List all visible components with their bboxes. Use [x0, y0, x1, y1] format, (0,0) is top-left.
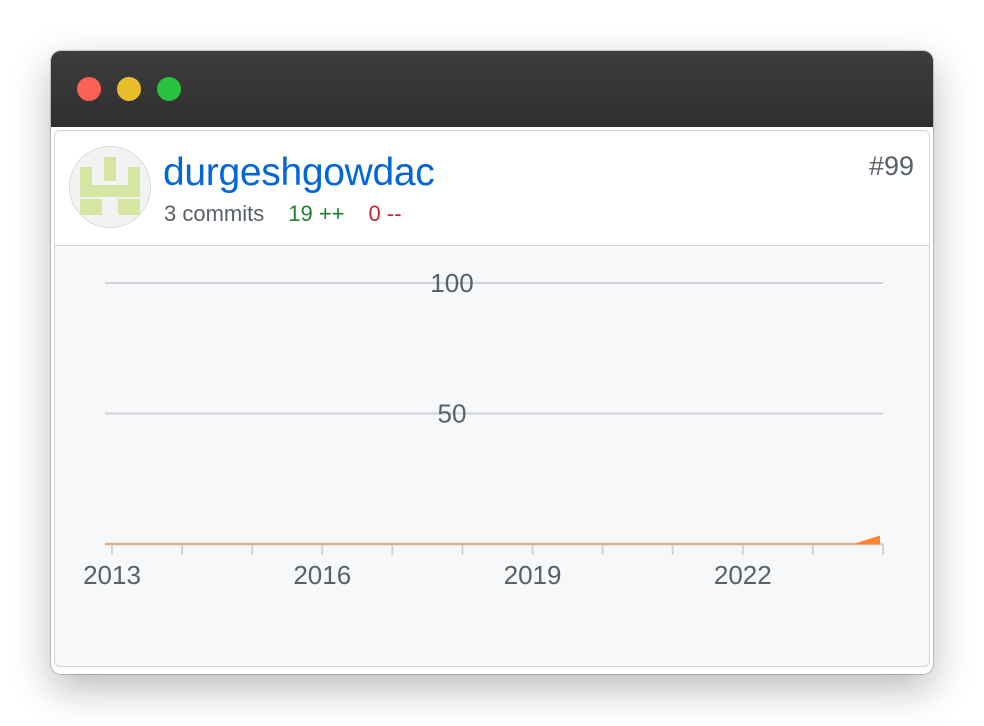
- additions-count: 19 ++: [288, 201, 345, 226]
- app-window: durgeshgowdac 3 commits 19 ++ 0 -- #99 100…: [51, 51, 933, 674]
- x-tick-label: 2019: [504, 560, 562, 590]
- maximize-window-button[interactable]: [157, 77, 181, 101]
- contributor-stats: 3 commits 19 ++ 0 --: [164, 201, 402, 227]
- contributor-rank: #99: [868, 151, 914, 181]
- commit-count[interactable]: 3 commits: [164, 201, 264, 226]
- title-bar: [51, 51, 933, 127]
- contributor-username-link[interactable]: durgeshgowdac: [163, 151, 435, 195]
- avatar-icon[interactable]: [69, 146, 151, 228]
- y-tick-label: 100: [430, 268, 473, 298]
- deletions-count: 0 --: [368, 201, 402, 226]
- contributor-card: durgeshgowdac 3 commits 19 ++ 0 -- #99 100…: [54, 130, 930, 667]
- x-tick-label: 2016: [293, 560, 351, 590]
- minimize-window-button[interactable]: [117, 77, 141, 101]
- y-tick-label: 50: [438, 399, 467, 429]
- x-tick-label: 2022: [714, 560, 772, 590]
- close-window-button[interactable]: [77, 77, 101, 101]
- contribution-chart: 100 50 2013 2016 2019 2022: [83, 268, 884, 590]
- x-tick-label: 2013: [83, 560, 141, 590]
- contributor-header: durgeshgowdac 3 commits 19 ++ 0 -- #99: [55, 131, 929, 246]
